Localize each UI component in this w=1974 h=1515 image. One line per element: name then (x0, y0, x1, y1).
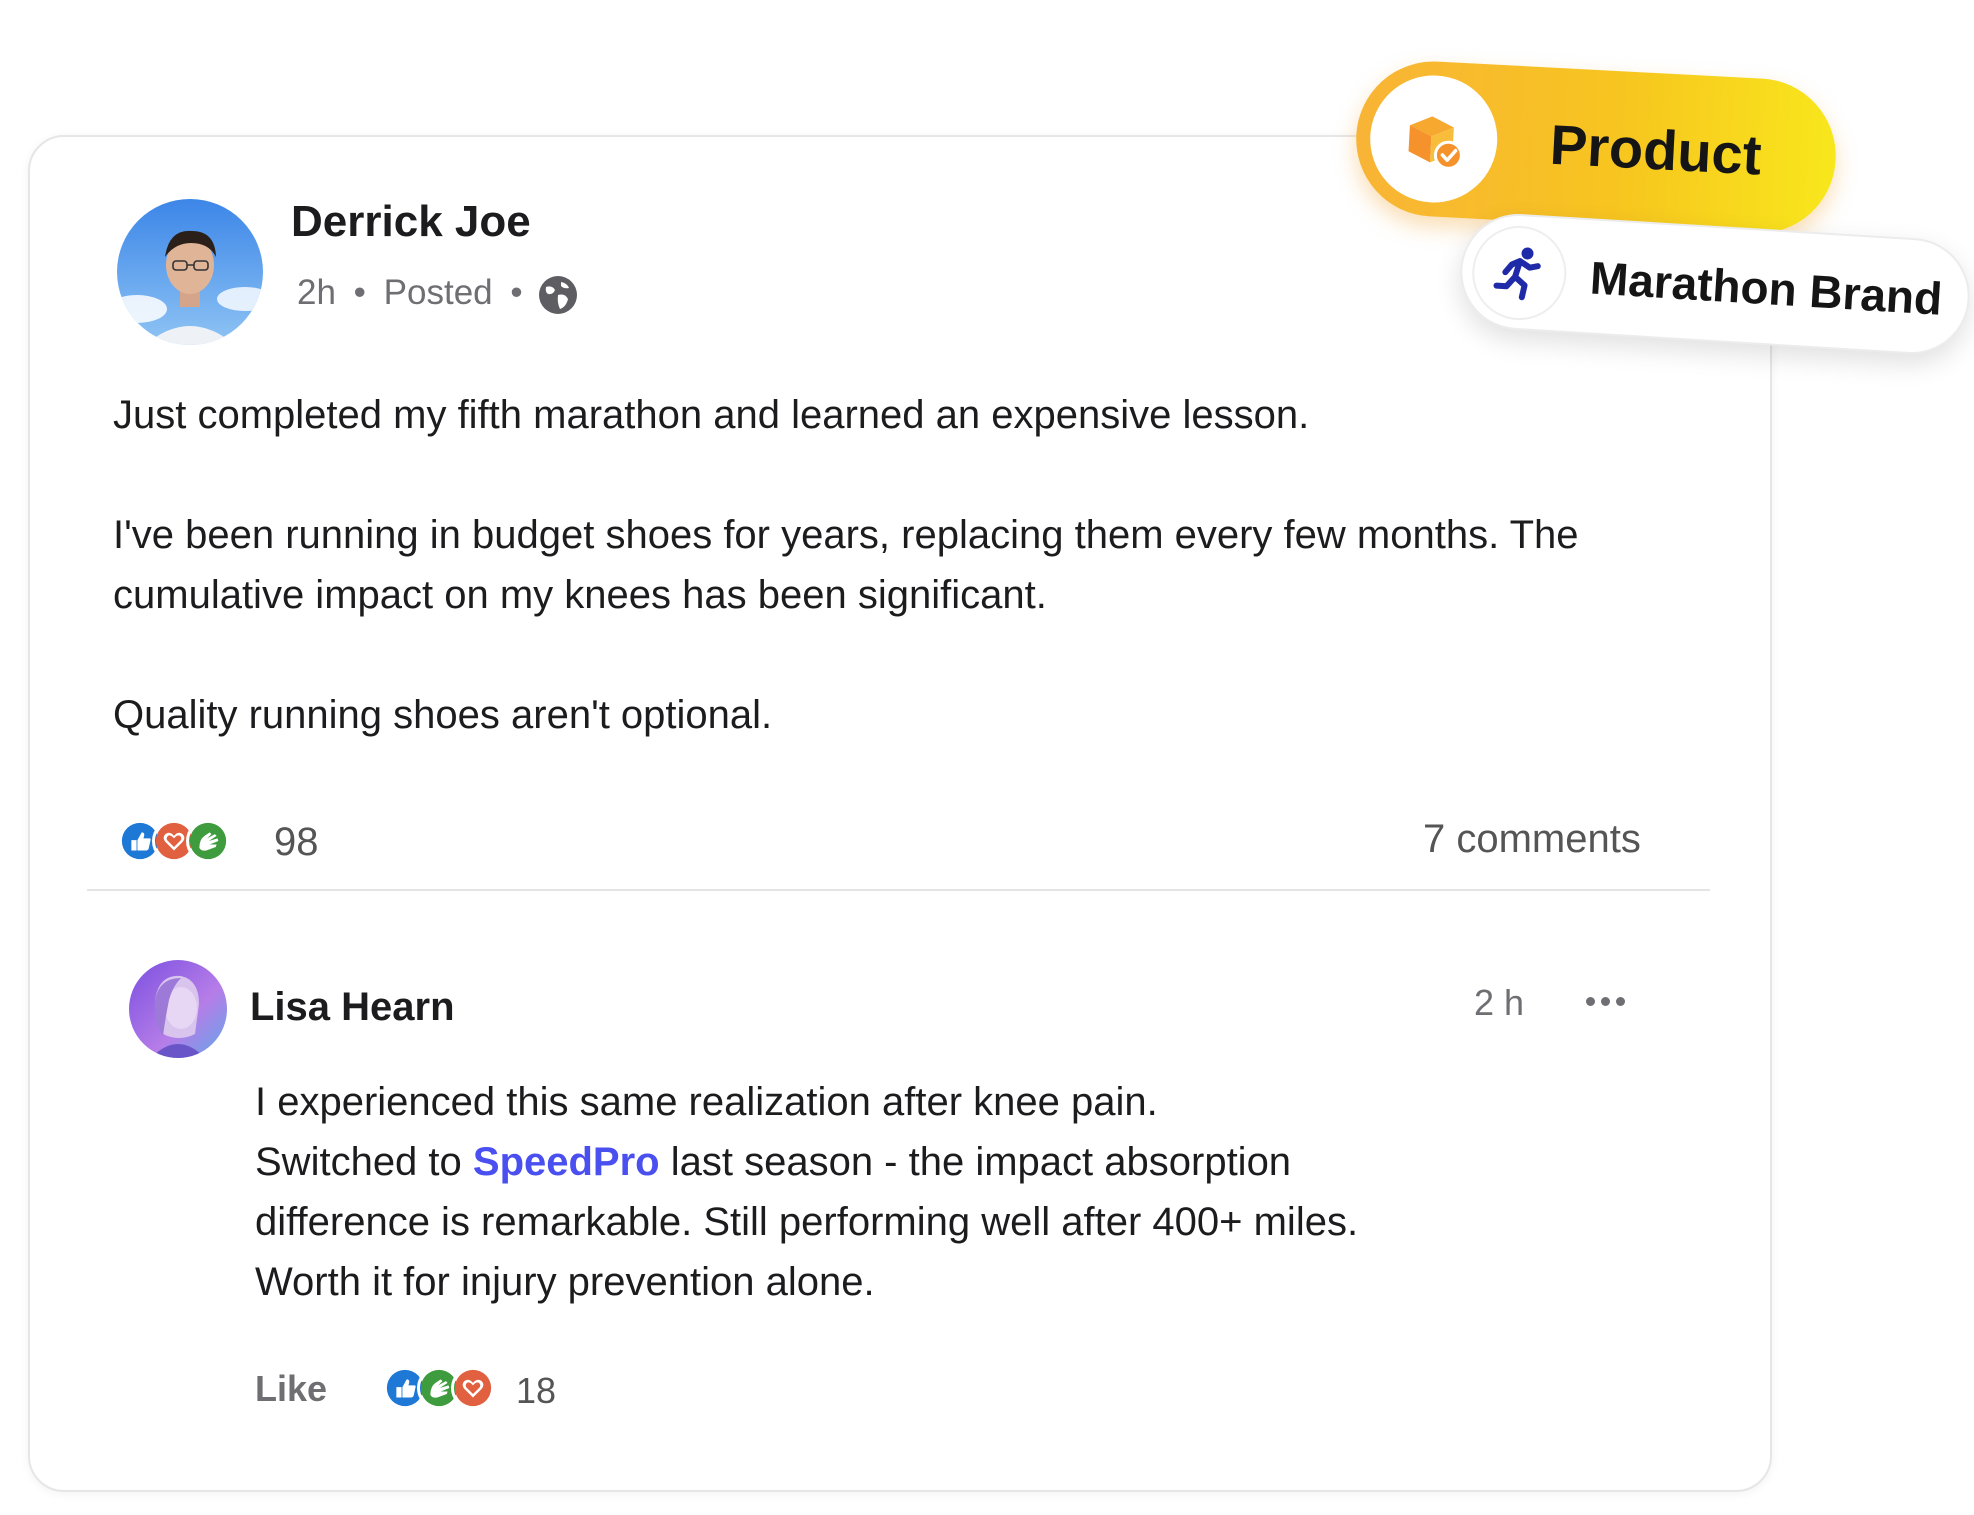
comment-line: Switched to SpeedPro last season - the i… (255, 1132, 1291, 1192)
meta-separator: • (353, 273, 366, 312)
love-icon (451, 1366, 495, 1410)
comment-reactions[interactable] (383, 1366, 495, 1410)
more-options-icon[interactable] (1586, 990, 1630, 1012)
commenter-avatar[interactable] (129, 960, 227, 1058)
post-paragraph: Just completed my fifth marathon and lea… (113, 393, 1310, 437)
comment-reaction-count[interactable]: 18 (516, 1370, 556, 1412)
post-paragraph: cumulative impact on my knees has been s… (113, 573, 1047, 617)
comment-line-segment: Switched to (255, 1140, 473, 1184)
post-paragraph: Quality running shoes aren't optional. (113, 693, 773, 737)
comment-line: Worth it for injury prevention alone. (255, 1260, 875, 1304)
globe-icon (536, 273, 580, 317)
product-badge: Product (1352, 57, 1840, 238)
author-avatar[interactable] (117, 199, 263, 345)
post-time: 2h (297, 273, 336, 312)
post-paragraph: I've been running in budget shoes for ye… (113, 513, 1579, 557)
comment-time: 2 h (1474, 982, 1525, 1023)
post-reactions[interactable] (118, 819, 230, 863)
post-status: Posted (383, 273, 493, 312)
author-name[interactable]: Derrick Joe (291, 197, 531, 247)
mention-link[interactable]: SpeedPro (473, 1140, 660, 1184)
like-button[interactable]: Like (255, 1368, 327, 1410)
brand-badge-label: Marathon Brand (1588, 251, 1944, 325)
divider (87, 889, 1710, 891)
running-person-icon (1469, 223, 1570, 323)
meta-separator: • (510, 273, 523, 312)
celebrate-icon (186, 819, 230, 863)
product-badge-label: Product (1548, 112, 1764, 187)
post-meta: 2h • Posted • (297, 273, 531, 313)
commenter-name[interactable]: Lisa Hearn (250, 985, 455, 1030)
product-box-icon (1366, 72, 1501, 206)
comment-line-segment: last season - the impact absorption (659, 1140, 1292, 1184)
post-reaction-count[interactable]: 98 (274, 820, 319, 865)
comment-line: I experienced this same realization afte… (255, 1080, 1158, 1124)
comment-line: difference is remarkable. Still performi… (255, 1200, 1359, 1244)
comments-count-link[interactable]: 7 comments (1423, 817, 1641, 862)
